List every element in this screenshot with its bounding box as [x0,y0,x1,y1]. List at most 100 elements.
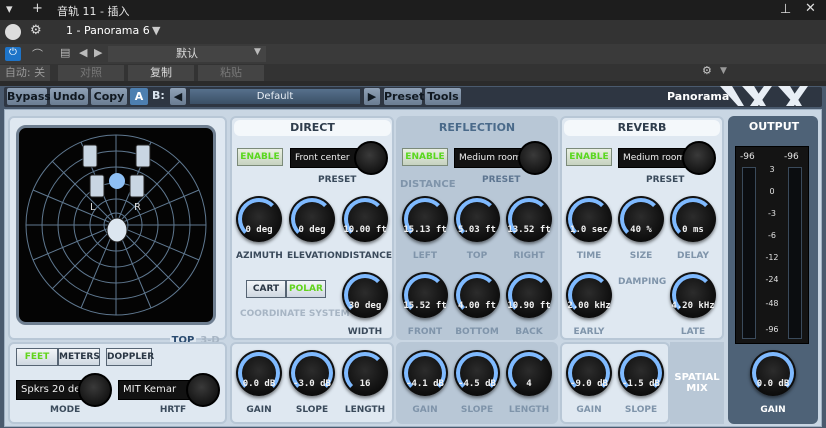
right-distance-value: 13.52 ft [507,225,551,235]
reverb-gain-knob[interactable]: -9.0 dB [566,350,612,396]
gear-icon[interactable]: ⚙ [702,64,712,77]
direct-gain-label: GAIN [246,405,272,415]
direct-length-label: LENGTH [344,405,386,415]
bottom-distance-value: 4.00 ft [458,301,496,311]
routing-icon[interactable]: ⚙ [30,23,42,39]
front-distance-knob[interactable]: 15.52 ft [402,272,448,318]
reflection-gain-label: GAIN [412,405,438,415]
pin-icon[interactable]: ⊥ [780,2,791,18]
ab-a-button[interactable]: A [130,88,148,105]
direct-enable-button[interactable]: ENABLE [237,148,283,166]
distance-knob[interactable]: 10.00 ft [342,196,388,242]
left-distance-knob[interactable]: 15.13 ft [402,196,448,242]
reflection-preset-select[interactable]: Medium room [454,148,526,168]
output-title: OUTPUT [748,120,800,133]
add-icon[interactable]: + [32,1,43,17]
hrtf-knob[interactable] [186,373,220,407]
chevron-down-icon[interactable]: ▼ [720,66,727,76]
top-distance-knob[interactable]: 5.03 ft [454,196,500,242]
direct-preset-knob[interactable] [354,141,388,175]
tools-button[interactable]: Tools [425,88,461,105]
monitor-icon[interactable]: ⌒ [32,46,43,62]
output-gain-knob[interactable]: 0.0 dB [750,350,796,396]
direct-gain-knob[interactable]: 0.0 dB [236,350,282,396]
direct-length-value: 16 [359,379,371,389]
chevron-down-icon[interactable]: ▼ [152,24,160,37]
meters-button[interactable]: METERS [58,348,100,366]
reflection-gain-value: -4.1 dB [406,379,444,389]
reflection-slope-knob[interactable]: -4.5 dB [454,350,500,396]
host-device-row: ⚙ 1 - Panorama 6 ▼ [0,20,826,44]
preset-button[interactable]: Preset [384,88,424,105]
position-radar[interactable]: L R [16,125,216,325]
direct-slope-knob[interactable]: -3.0 dB [289,350,335,396]
peak-left[interactable]: -96 [740,152,755,162]
paste-button[interactable]: 粘贴 [198,65,264,81]
reflection-enable-button[interactable]: ENABLE [402,148,448,166]
radar-right-label: R [134,202,141,213]
width-knob[interactable]: 30 deg [342,272,388,318]
device-select[interactable]: 1 - Panorama 6 [66,24,150,37]
delay-knob[interactable]: 0 ms [670,196,716,242]
peak-right[interactable]: -96 [784,152,799,162]
undo-button[interactable]: Undo [50,88,88,105]
late-damping-label: LATE [680,327,706,337]
prev-preset-icon[interactable]: ◀ [170,88,186,105]
direct-preset-select[interactable]: Front center [290,148,360,168]
next-icon[interactable]: ▶ [94,46,102,59]
host-preset-row: ⏻ ⌒ ▤ ◀ ▶ 默认 ▼ [0,44,826,64]
reverb-slope-knob[interactable]: -1.5 dB [618,350,664,396]
reflection-preset-knob[interactable] [518,141,552,175]
prev-icon[interactable]: ◀ [79,46,87,59]
cart-button[interactable]: CART [246,280,286,298]
azimuth-label: AZIMUTH [236,251,283,261]
late-damping-knob[interactable]: 4.20 kHz [670,272,716,318]
power-icon[interactable] [5,24,21,40]
reverb-preset-label: PRESET [646,175,685,185]
azimuth-knob[interactable]: 0 deg [236,196,282,242]
damping-label: DAMPING [618,277,667,287]
doppler-button[interactable]: DOPPLER [106,348,154,366]
power-on-icon[interactable]: ⏻ [5,47,21,61]
late-damping-value: 4.20 kHz [671,301,715,311]
ab-b-label[interactable]: B: [152,89,165,102]
back-distance-knob[interactable]: 10.90 ft [506,272,552,318]
list-icon[interactable]: ▤ [60,46,70,59]
spatial-mix-label: SPATIAL MIX [674,372,720,394]
distance-label: DISTANCE [342,251,392,261]
next-preset-icon[interactable]: ▶ [364,88,380,105]
bypass-button[interactable]: Bypass [7,88,51,105]
host-action-row: 自动: 关 对照 复制 粘贴 ⚙ ▼ [0,64,826,81]
early-damping-knob[interactable]: 2.00 kHz [566,272,612,318]
distance-value: 10.00 ft [343,225,387,235]
right-distance-knob[interactable]: 13.52 ft [506,196,552,242]
time-value: 1.0 sec [570,225,608,235]
chevron-down-icon[interactable]: ▼ [254,47,261,57]
time-knob[interactable]: 1.0 sec [566,196,612,242]
compare-button[interactable]: 对照 [58,65,124,81]
reverb-preset-knob[interactable] [682,141,716,175]
elevation-knob[interactable]: 0 deg [289,196,335,242]
copy-button[interactable]: Copy [91,88,127,105]
size-label: SIZE [629,251,653,261]
reflection-gain-knob[interactable]: -4.1 dB [402,350,448,396]
auto-off-button[interactable]: 自动: 关 [0,65,50,81]
size-knob[interactable]: 40 % [618,196,664,242]
polar-button[interactable]: POLAR [286,280,326,298]
preset-name[interactable]: Default [190,89,360,104]
bottom-distance-knob[interactable]: 4.00 ft [454,272,500,318]
mode-knob[interactable] [78,373,112,407]
time-label: TIME [576,251,602,261]
copy-host-button[interactable]: 复制 [128,65,194,81]
reflection-length-knob[interactable]: 4 [506,350,552,396]
reverb-preset-select[interactable]: Medium room [618,148,690,168]
feet-button[interactable]: FEET [16,348,58,366]
top-distance-value: 5.03 ft [458,225,496,235]
direct-length-knob[interactable]: 16 [342,350,388,396]
front-distance-label: FRONT [407,327,443,337]
reverb-enable-button[interactable]: ENABLE [566,148,612,166]
menu-icon[interactable]: ▾ [6,2,13,18]
close-icon[interactable]: ✕ [805,1,816,17]
host-preset-select[interactable]: 默认 [108,46,266,62]
direct-title: DIRECT [234,120,391,136]
